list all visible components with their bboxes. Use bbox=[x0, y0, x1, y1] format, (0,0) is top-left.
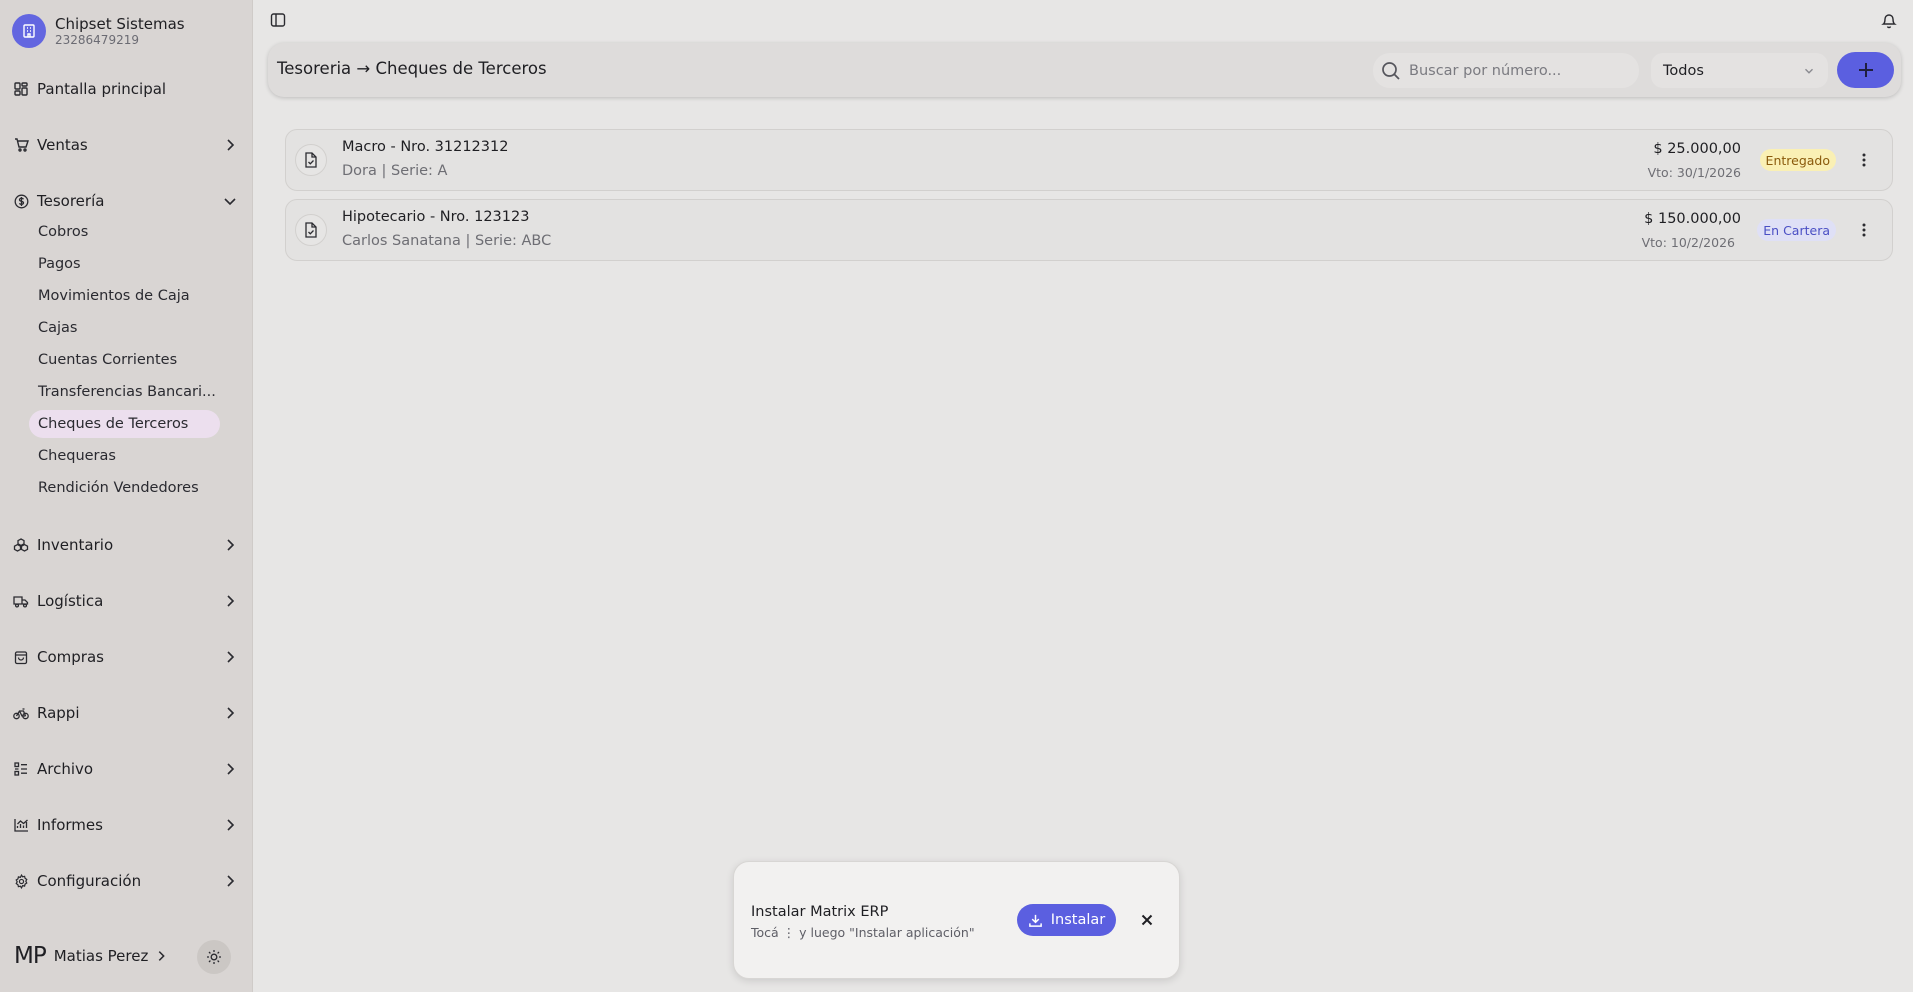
bike-icon bbox=[12, 704, 30, 722]
company-name: Chipset Sistemas bbox=[55, 15, 185, 33]
sidebar-item-rappi[interactable]: Rappi bbox=[12, 698, 238, 728]
search-box bbox=[1373, 53, 1639, 88]
row-actions-button[interactable] bbox=[1854, 220, 1874, 240]
sidebar-item-tesoreria[interactable]: Tesorería bbox=[12, 186, 238, 216]
install-button-label: Instalar bbox=[1050, 912, 1106, 928]
search-input[interactable] bbox=[1409, 62, 1629, 79]
sidebar-item-compras[interactable]: Compras bbox=[12, 642, 238, 672]
toggle-sidebar-button[interactable] bbox=[270, 12, 290, 32]
truck-icon bbox=[12, 592, 30, 610]
chevron-right-icon bbox=[222, 705, 238, 721]
toast-text: Tocá ⋮ y luego "Instalar aplicación" bbox=[751, 925, 975, 940]
user-name: Matias Perez bbox=[53, 947, 149, 965]
sidebar-item-inventario[interactable]: Inventario bbox=[12, 530, 238, 560]
chevron-right-icon bbox=[222, 761, 238, 777]
sidebar-item-label: Inventario bbox=[37, 536, 114, 554]
building-icon bbox=[12, 14, 46, 48]
download-icon bbox=[1028, 913, 1051, 928]
list-icon bbox=[12, 760, 30, 778]
sidebar-panel-icon bbox=[270, 12, 290, 28]
plus-icon bbox=[1857, 61, 1875, 79]
sidebar-subitem-cheques-de-terceros[interactable]: Cheques de Terceros bbox=[29, 410, 220, 438]
chevron-right-icon bbox=[222, 873, 238, 889]
sidebar-item-ventas[interactable]: Ventas bbox=[12, 130, 238, 160]
avatar: MP bbox=[14, 943, 47, 969]
cheque-amount: $ 150.000,00 bbox=[1644, 211, 1741, 227]
sidebar-subitem-transferencias-bancarias[interactable]: Transferencias Bancari... bbox=[29, 378, 220, 406]
sidebar-item-label: Archivo bbox=[37, 760, 94, 778]
cheque-subtitle: Dora | Serie: A bbox=[342, 163, 448, 179]
cheque-due-date: Vto: 30/1/2026 bbox=[1647, 165, 1741, 180]
chevron-right-icon bbox=[222, 593, 238, 609]
sidebar-item-pantalla-principal[interactable]: Pantalla principal bbox=[12, 74, 238, 104]
sidebar: Chipset Sistemas 23286479219 Pantalla pr… bbox=[0, 0, 253, 992]
sidebar-subitem-movimientos-de-caja[interactable]: Movimientos de Caja bbox=[29, 282, 220, 310]
status-badge: En Cartera bbox=[1757, 219, 1836, 241]
list-item[interactable]: Hipotecario - Nro. 123123 Carlos Sanatan… bbox=[285, 199, 1893, 261]
chevron-right-icon bbox=[222, 537, 238, 553]
cheque-due-date: Vto: 10/2/2026 bbox=[1641, 235, 1735, 250]
status-filter-value: Todos bbox=[1663, 62, 1704, 79]
sidebar-item-logistica[interactable]: Logística bbox=[12, 586, 238, 616]
sidebar-item-label: Compras bbox=[37, 648, 104, 666]
sidebar-subitem-rendicion-vendedores[interactable]: Rendición Vendedores bbox=[29, 474, 220, 502]
sidebar-item-label: Logística bbox=[37, 592, 104, 610]
sidebar-item-label: Informes bbox=[37, 816, 103, 834]
sidebar-item-label: Ventas bbox=[37, 136, 88, 154]
sidebar-subitem-pagos[interactable]: Pagos bbox=[29, 250, 220, 278]
notifications-button[interactable] bbox=[1881, 12, 1901, 32]
chart-icon bbox=[12, 816, 30, 834]
user-menu[interactable]: MP Matias Perez bbox=[14, 941, 168, 971]
chevron-right-icon bbox=[222, 649, 238, 665]
company-switcher[interactable]: Chipset Sistemas 23286479219 bbox=[12, 14, 185, 48]
chevron-down-icon bbox=[1802, 64, 1816, 78]
row-actions-button[interactable] bbox=[1854, 150, 1874, 170]
close-toast-button[interactable] bbox=[1137, 910, 1157, 930]
gear-icon bbox=[12, 872, 30, 890]
search-icon bbox=[1381, 61, 1401, 81]
sidebar-item-configuracion[interactable]: Configuración bbox=[12, 866, 238, 896]
dashboard-icon bbox=[12, 80, 30, 98]
chevron-right-icon bbox=[154, 949, 168, 963]
close-icon bbox=[1137, 910, 1157, 930]
breadcrumb: Tesoreria → Cheques de Terceros bbox=[277, 59, 547, 78]
status-badge: Entregado bbox=[1759, 149, 1836, 171]
sidebar-item-label: Tesorería bbox=[37, 192, 105, 210]
theme-toggle-button[interactable] bbox=[197, 940, 231, 974]
more-vertical-icon bbox=[1854, 220, 1874, 240]
file-check-icon bbox=[295, 144, 327, 176]
cart-icon bbox=[12, 136, 30, 154]
cheque-amount: $ 25.000,00 bbox=[1653, 141, 1741, 157]
sidebar-item-label: Rappi bbox=[37, 704, 80, 722]
bell-icon bbox=[1881, 12, 1901, 29]
sidebar-subitem-cuentas-corrientes[interactable]: Cuentas Corrientes bbox=[29, 346, 220, 374]
toast-title: Instalar Matrix ERP bbox=[751, 904, 889, 920]
shopping-bag-icon bbox=[12, 648, 30, 666]
sidebar-item-archivo[interactable]: Archivo bbox=[12, 754, 238, 784]
add-cheque-button[interactable] bbox=[1837, 52, 1894, 88]
sidebar-subitem-cajas[interactable]: Cajas bbox=[29, 314, 220, 342]
sidebar-subitem-chequeras[interactable]: Chequeras bbox=[29, 442, 220, 470]
cheque-subtitle: Carlos Sanatana | Serie: ABC bbox=[342, 233, 552, 249]
sidebar-subitem-cobros[interactable]: Cobros bbox=[29, 218, 220, 246]
sidebar-item-label: Configuración bbox=[37, 872, 142, 890]
status-filter-select[interactable]: Todos bbox=[1651, 53, 1828, 88]
install-app-toast: Instalar Matrix ERP Tocá ⋮ y luego "Inst… bbox=[733, 861, 1180, 979]
chevron-right-icon bbox=[222, 137, 238, 153]
sun-icon bbox=[206, 949, 222, 965]
boxes-icon bbox=[12, 536, 30, 554]
sidebar-item-label: Pantalla principal bbox=[37, 80, 167, 98]
cheque-title: Hipotecario - Nro. 123123 bbox=[342, 209, 530, 225]
page-header: Tesoreria → Cheques de Terceros Todos bbox=[268, 43, 1901, 97]
dollar-circle-icon bbox=[12, 192, 30, 210]
chevron-down-icon bbox=[222, 193, 238, 209]
list-item[interactable]: Macro - Nro. 31212312 Dora | Serie: A $ … bbox=[285, 129, 1893, 191]
install-button[interactable]: Instalar bbox=[1017, 904, 1116, 936]
chevron-right-icon bbox=[222, 817, 238, 833]
company-id: 23286479219 bbox=[55, 33, 139, 47]
sidebar-item-informes[interactable]: Informes bbox=[12, 810, 238, 840]
cheque-title: Macro - Nro. 31212312 bbox=[342, 139, 509, 155]
file-check-icon bbox=[295, 214, 327, 246]
more-vertical-icon bbox=[1854, 150, 1874, 170]
